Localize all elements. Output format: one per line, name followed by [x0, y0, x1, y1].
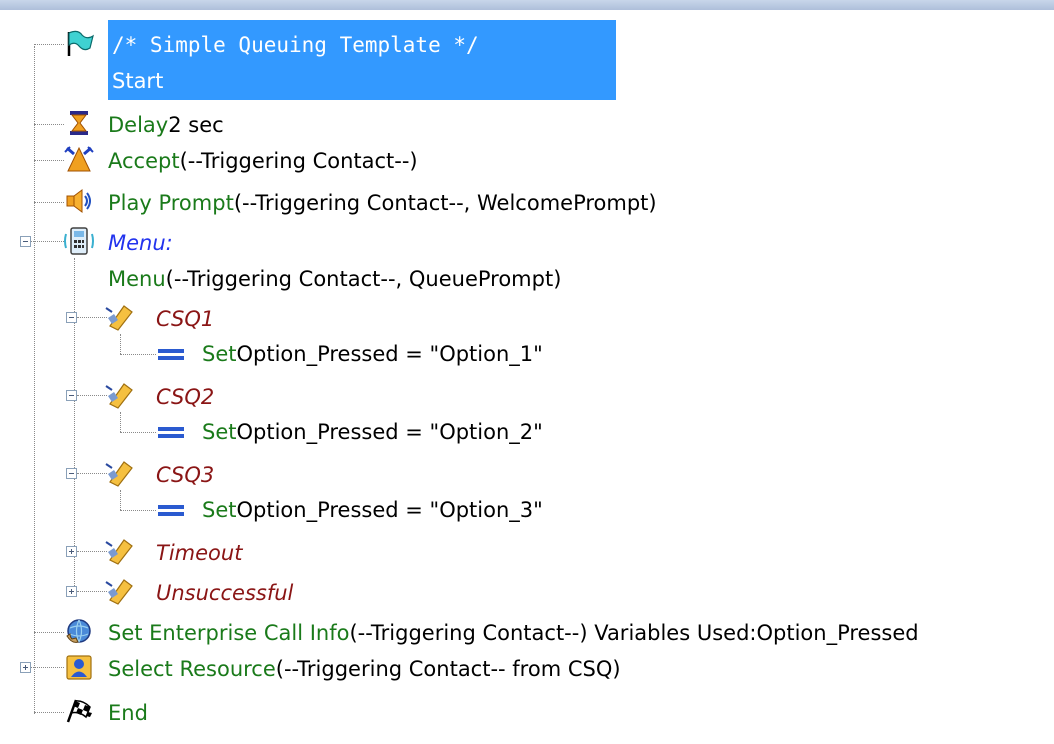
csq3-set-args: Option_Pressed = "Option_3": [236, 498, 543, 522]
play-prompt-node[interactable]: Play Prompt (--Triggering Contact--, Wel…: [108, 186, 657, 220]
speaker-icon: [64, 186, 94, 216]
set-enterprise-keyword: Set Enterprise Call Info: [108, 621, 350, 645]
accept-connector: [34, 160, 64, 161]
tag-icon: [104, 576, 134, 606]
play-prompt-keyword: Play Prompt: [108, 191, 234, 215]
timeout-connector: [77, 551, 107, 552]
timeout-label: Timeout: [156, 541, 243, 565]
csq3-connector: [77, 473, 107, 474]
start-connector: [34, 44, 64, 45]
csq1-set-node[interactable]: Set Option_Pressed = "Option_1": [202, 337, 543, 371]
tag-icon: [104, 536, 134, 566]
tag-icon: [104, 302, 134, 332]
menu-node[interactable]: Menu:: [108, 226, 173, 260]
csq1-child-line: [120, 334, 121, 354]
unsuccessful-node[interactable]: Unsuccessful: [156, 576, 293, 610]
select-resource-connector: [31, 667, 64, 668]
agent-icon: [64, 652, 94, 682]
csq2-set-keyword: Set: [202, 420, 237, 444]
csq1-set-args: Option_Pressed = "Option_1": [236, 342, 543, 366]
menu-connector: [31, 241, 64, 242]
equals-icon: [156, 339, 186, 369]
start-comment: /* Simple Queuing Template */: [112, 33, 479, 57]
csq2-child-line: [120, 412, 121, 432]
csq3-set-keyword: Set: [202, 498, 237, 522]
csq1-set-connector: [120, 354, 156, 355]
menu-label: Menu:: [108, 231, 173, 255]
tree-spine: [34, 46, 35, 714]
delay-node[interactable]: Delay 2 sec: [108, 108, 224, 142]
select-resource-expand-button[interactable]: [20, 662, 31, 673]
csq1-label: CSQ1: [156, 307, 215, 331]
set-enterprise-node[interactable]: Set Enterprise Call Info (--Triggering C…: [108, 616, 919, 650]
csq3-label: CSQ3: [156, 463, 215, 487]
csq2-collapse-button[interactable]: [66, 390, 77, 401]
play-prompt-args: (--Triggering Contact--, WelcomePrompt): [233, 191, 657, 215]
menu-detail-node[interactable]: Menu (--Triggering Contact--, QueuePromp…: [108, 262, 561, 296]
script-tree: /* Simple Queuing Template */ Start Dela…: [0, 0, 1054, 744]
unsuccessful-label: Unsuccessful: [156, 581, 294, 605]
csq3-node[interactable]: CSQ3: [156, 458, 214, 492]
tag-icon: [104, 458, 134, 488]
set-enterprise-connector: [34, 632, 64, 633]
equals-icon: [156, 417, 186, 447]
csq3-collapse-button[interactable]: [66, 468, 77, 479]
end-node[interactable]: End: [108, 696, 148, 730]
end-connector: [34, 712, 64, 713]
accept-node[interactable]: Accept (--Triggering Contact--): [108, 144, 418, 178]
menu-phone-icon: [64, 226, 94, 256]
csq1-set-keyword: Set: [202, 342, 237, 366]
end-label: End: [108, 701, 148, 725]
csq1-collapse-button[interactable]: [66, 312, 77, 323]
globe-phone-icon: [64, 616, 94, 646]
csq2-set-node[interactable]: Set Option_Pressed = "Option_2": [202, 415, 543, 449]
accept-icon: [64, 144, 94, 174]
accept-args: (--Triggering Contact--): [179, 149, 418, 173]
start-label: Start: [112, 69, 164, 93]
unsuccessful-connector: [77, 591, 107, 592]
accept-keyword: Accept: [108, 149, 180, 173]
csq2-set-args: Option_Pressed = "Option_2": [236, 420, 543, 444]
select-resource-keyword: Select Resource: [108, 657, 276, 681]
csq2-set-connector: [120, 432, 156, 433]
csq2-node[interactable]: CSQ2: [156, 380, 214, 414]
set-enterprise-args: (--Triggering Contact--) Variables Used:…: [349, 621, 919, 645]
delay-connector: [34, 124, 64, 125]
csq3-set-connector: [120, 510, 156, 511]
csq2-connector: [77, 395, 107, 396]
equals-icon: [156, 495, 186, 525]
menu-detail-args: (--Triggering Contact--, QueuePrompt): [165, 267, 562, 291]
select-resource-node[interactable]: Select Resource (--Triggering Contact-- …: [108, 652, 621, 686]
select-resource-args: (--Triggering Contact-- from CSQ): [275, 657, 621, 681]
menu-subtree-line: [74, 258, 75, 594]
timeout-node[interactable]: Timeout: [156, 536, 242, 570]
csq1-node[interactable]: CSQ1: [156, 302, 214, 336]
csq2-label: CSQ2: [156, 385, 215, 409]
delay-args: 2 sec: [168, 113, 224, 137]
delay-keyword: Delay: [108, 113, 169, 137]
csq3-child-line: [120, 490, 121, 510]
play-prompt-connector: [34, 202, 64, 203]
csq1-connector: [77, 317, 107, 318]
csq3-set-node[interactable]: Set Option_Pressed = "Option_3": [202, 493, 543, 527]
timeout-expand-button[interactable]: [66, 546, 77, 557]
tag-icon: [104, 380, 134, 410]
menu-detail-keyword: Menu: [108, 267, 166, 291]
unsuccessful-expand-button[interactable]: [66, 586, 77, 597]
hourglass-icon: [64, 108, 94, 138]
menu-collapse-button[interactable]: [20, 236, 31, 247]
checkered-flag-icon: [64, 696, 94, 726]
flag-icon: [64, 28, 94, 58]
